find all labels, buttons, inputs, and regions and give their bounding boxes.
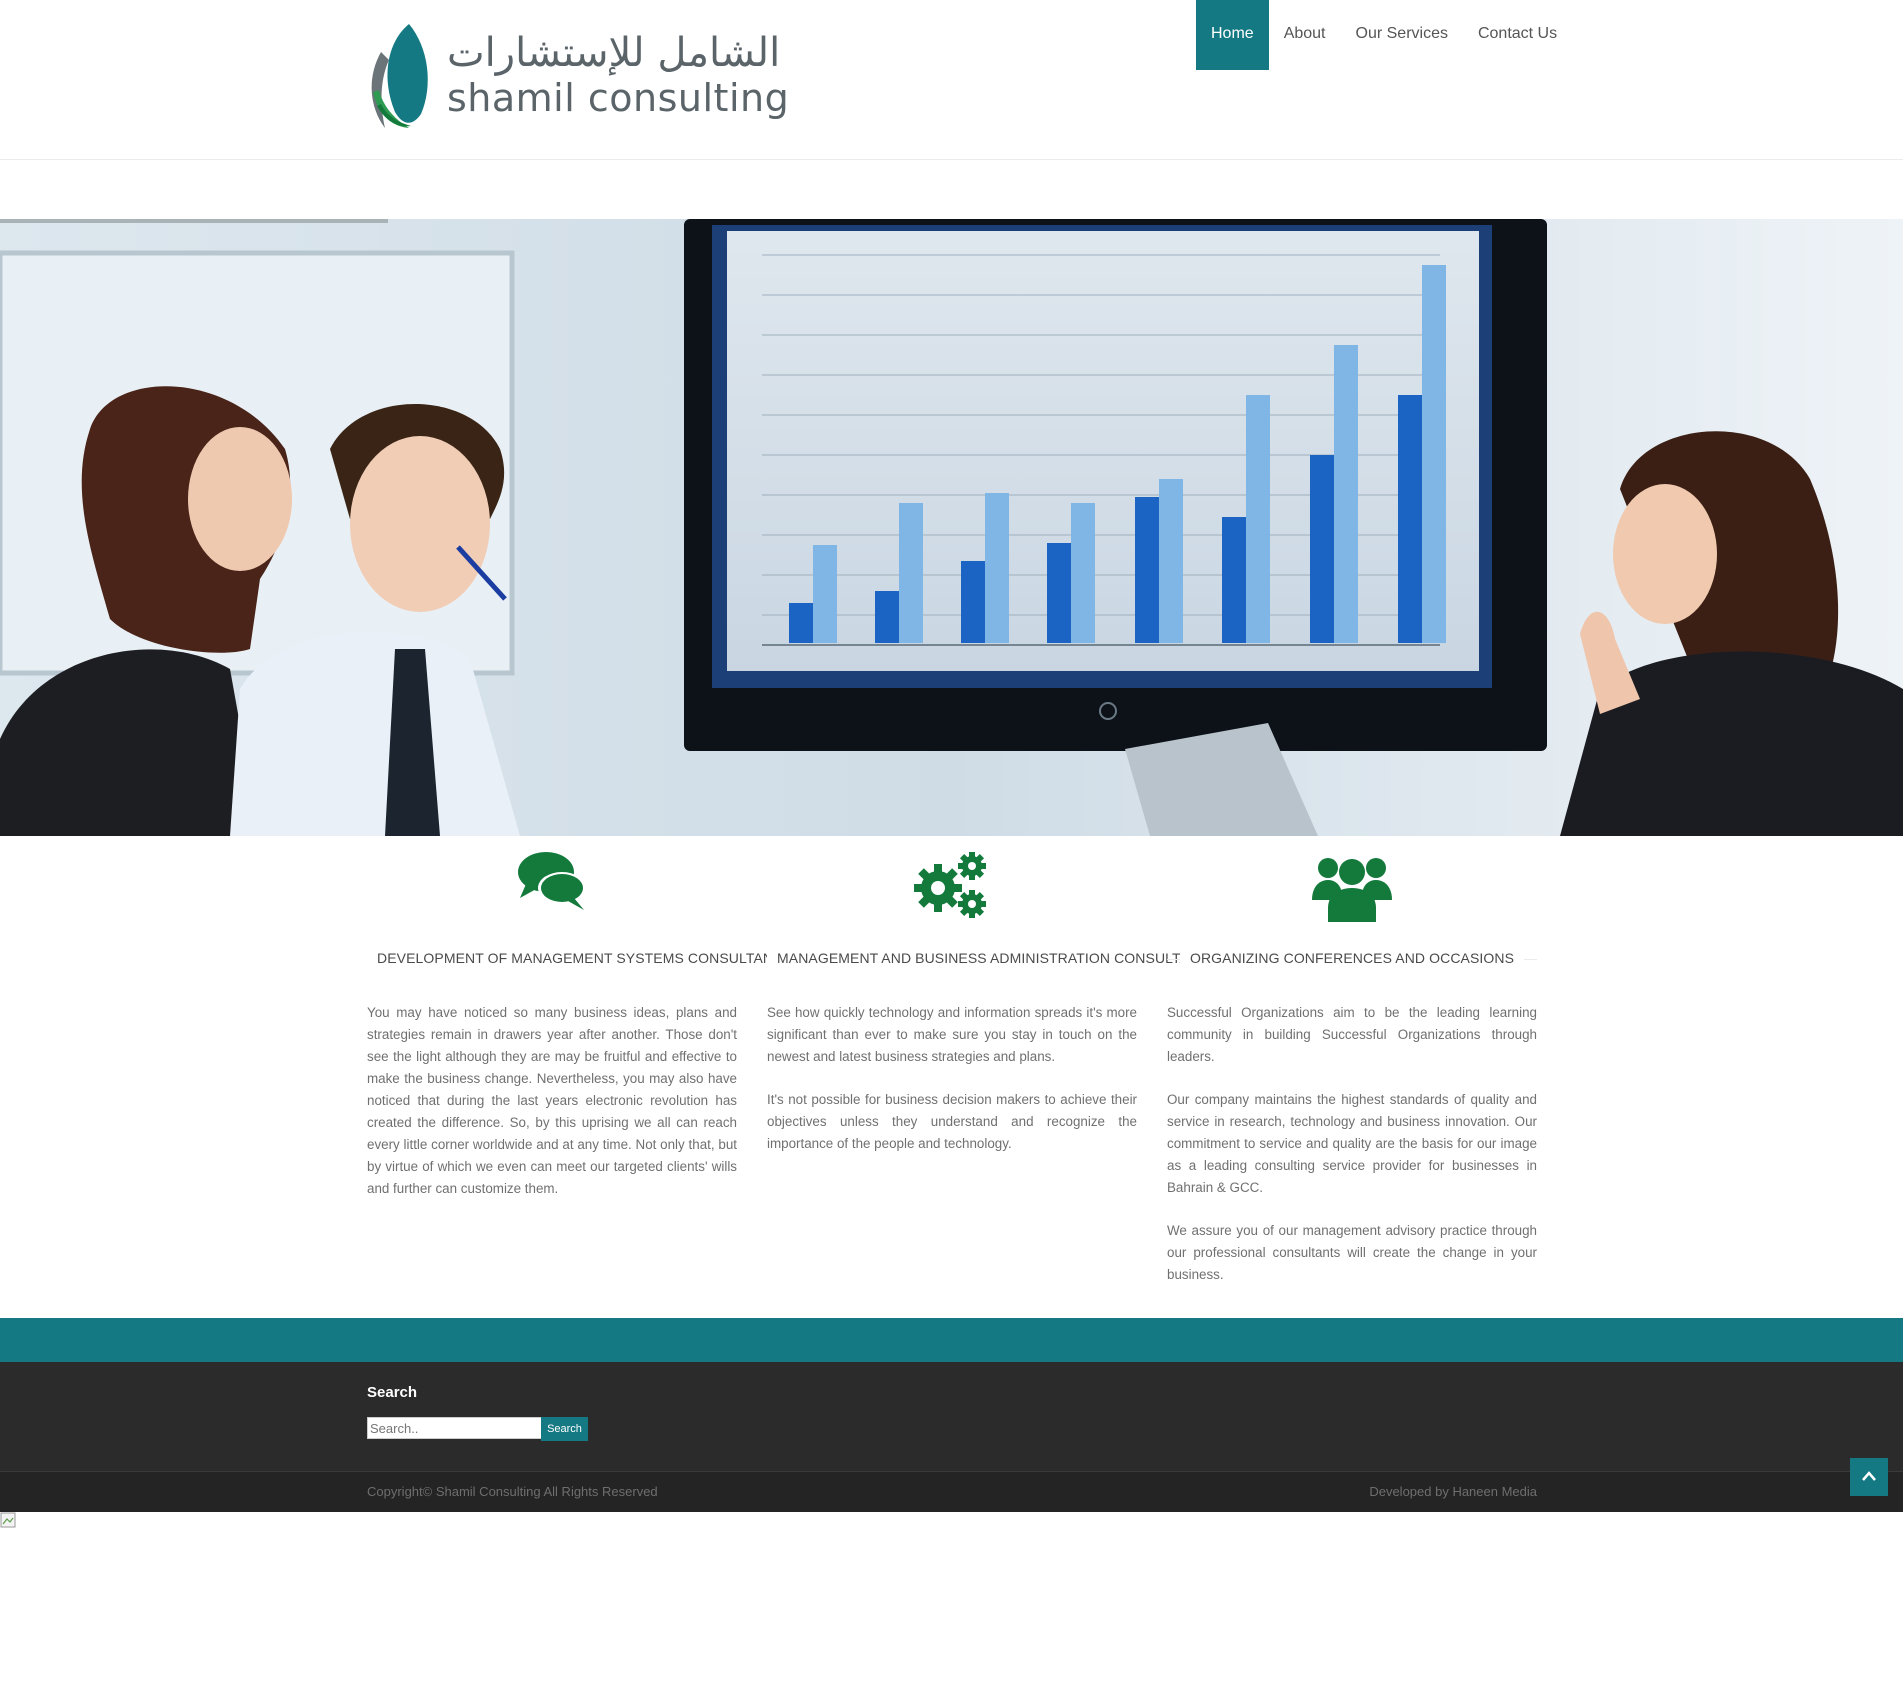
nav-item-our-services[interactable]: Our Services: [1341, 0, 1463, 70]
site-header: الشامل للإستشارات shamil consulting Home…: [0, 0, 1903, 160]
nav-item-home[interactable]: Home: [1196, 0, 1269, 70]
developer-credit[interactable]: Developed by Haneen Media: [1369, 1484, 1537, 1499]
brand-arabic: الشامل للإستشارات: [447, 30, 781, 76]
feature-title: ORGANIZING CONFERENCES AND OCCASIONS: [1179, 950, 1525, 966]
chevron-up-icon: [1862, 1471, 1876, 1481]
site-footer: Search Search: [0, 1362, 1903, 1471]
gears-icon: [914, 852, 986, 918]
feature-description: You may have noticed so many business id…: [367, 1005, 737, 1196]
users-icon: [1312, 858, 1392, 922]
brand-english: shamil consulting: [447, 76, 790, 120]
feature-description: Successful Organizations aim to be the l…: [1167, 1005, 1537, 1282]
feature-description: See how quickly technology and informati…: [767, 1005, 1137, 1151]
main-nav: Home About Our Services Contact Us: [1196, 0, 1572, 70]
hero-image: [0, 219, 1903, 836]
broken-image-icon: [0, 1512, 16, 1528]
slider-progress-bar: [0, 219, 388, 223]
nav-item-about[interactable]: About: [1269, 0, 1341, 70]
search-widget-title: Search: [367, 1384, 418, 1401]
search-input[interactable]: [367, 1417, 543, 1439]
site-logo[interactable]: الشامل للإستشارات shamil consulting: [367, 22, 789, 134]
footer-bottom-bar: Copyright© Shamil Consulting All Rights …: [0, 1471, 1903, 1512]
search-button[interactable]: Search: [541, 1417, 588, 1441]
back-to-top-button[interactable]: [1850, 1458, 1888, 1496]
hero-slider[interactable]: [0, 219, 1903, 836]
copyright-text: Copyright© Shamil Consulting All Rights …: [367, 1484, 658, 1499]
feature-title: DEVELOPMENT OF MANAGEMENT SYSTEMS CONSUL…: [367, 950, 803, 966]
footer-accent-band: [0, 1318, 1903, 1362]
nav-item-contact-us[interactable]: Contact Us: [1463, 0, 1572, 70]
feature-title: MANAGEMENT AND BUSINESS ADMINISTRATION C…: [767, 950, 1228, 966]
comments-icon: [518, 852, 586, 910]
leaf-logo-icon: [371, 24, 428, 128]
